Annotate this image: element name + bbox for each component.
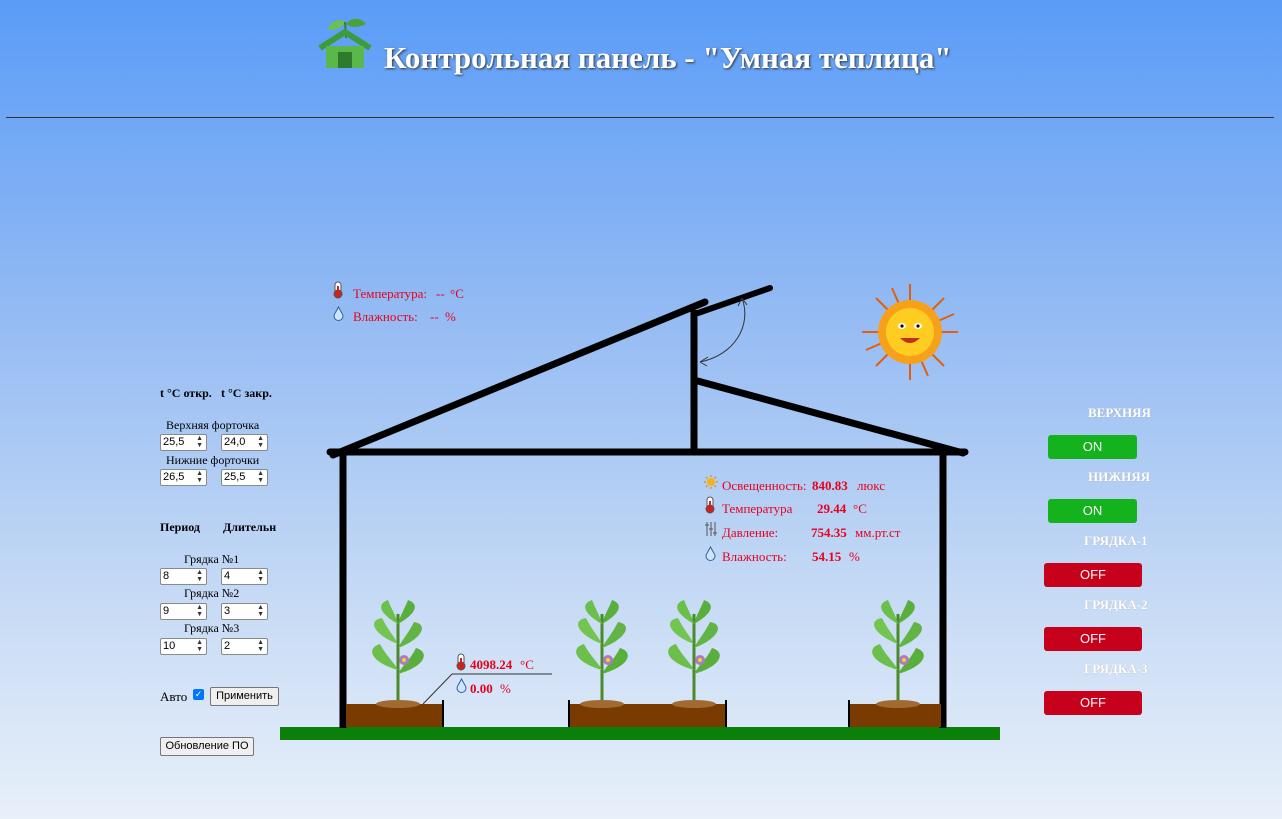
toggle-label-lower: НИЖНЯЯ (1088, 469, 1150, 484)
bed3-label: Грядка №3 (184, 621, 240, 635)
thermometer-icon (704, 496, 716, 519)
thermometer-icon (332, 281, 344, 304)
toggle-bed2-button[interactable]: OFF (1044, 627, 1142, 651)
bed1-label: Грядка №1 (184, 552, 240, 566)
upper-close-input[interactable]: 24,0 ▲ ▼ (221, 434, 268, 451)
col-open-header: t °C откр. (160, 386, 212, 400)
inside-hum-unit: % (849, 549, 860, 564)
apply-button[interactable]: Применить (210, 687, 279, 706)
plant-icon (370, 598, 426, 710)
inside-light-unit: люкс (857, 478, 885, 493)
droplet-icon (333, 305, 344, 326)
inside-press-unit: мм.рт.ст (855, 525, 901, 540)
inside-light-value: 840.83 (812, 478, 848, 493)
toggle-label-bed1: ГРЯДКА-1 (1084, 533, 1148, 548)
droplet-icon (705, 545, 716, 566)
plant-icon (870, 598, 926, 710)
toggle-upper-button[interactable]: ON (1048, 435, 1137, 459)
inside-press-label: Давление: (722, 525, 779, 540)
upper-window-label: Верхняя форточка (166, 418, 260, 432)
toggle-bed3-button[interactable]: OFF (1044, 691, 1142, 715)
lower-window-label: Нижние форточки (166, 453, 260, 467)
auto-label: Авто (160, 689, 188, 704)
toggle-label-bed3: ГРЯДКА-3 (1084, 661, 1148, 676)
inside-temp-unit: °C (853, 501, 867, 516)
toggle-label-upper: ВЕРХНЯЯ (1088, 405, 1151, 420)
outside-hum-label: Влажность: (353, 309, 418, 324)
toggle-lower-button[interactable]: ON (1048, 499, 1137, 523)
firmware-update-button[interactable]: Обновление ПО (160, 737, 254, 756)
lower-open-input[interactable]: 26,5 ▲ ▼ (160, 469, 207, 486)
bed2-period-input[interactable]: 9 ▲ ▼ (160, 603, 207, 620)
inside-temp-value: 29.44 (817, 501, 847, 516)
droplet-icon (456, 677, 467, 698)
plant-icon (666, 598, 722, 710)
auto-checkbox[interactable]: ✓ (193, 689, 204, 700)
thermometer-icon (455, 653, 467, 676)
inside-hum-value: 54.15 (812, 549, 842, 564)
plant-icon (574, 598, 630, 710)
inside-hum-label: Влажность: (722, 549, 787, 564)
barometer-icon (704, 521, 718, 542)
inside-light-label: Освещенность: (722, 478, 807, 493)
bed3-duration-input[interactable]: 2 ▲ ▼ (221, 638, 268, 655)
col-close-header: t °C закр. (221, 386, 272, 400)
light-icon (704, 475, 718, 494)
inside-temp-label: Температура (722, 501, 793, 516)
soil-hum-value: 0.00 (470, 681, 493, 696)
outside-temp-label: Температура: (353, 286, 427, 301)
bed3-period-input[interactable]: 10 ▲ ▼ (160, 638, 207, 655)
soil-temp-value: 4098.24 (470, 657, 513, 672)
sun-icon (860, 280, 960, 384)
soil-hum-unit: % (500, 681, 511, 696)
toggle-label-bed2: ГРЯДКА-2 (1084, 597, 1148, 612)
col-period-header: Период (160, 520, 200, 534)
soil-temp-unit: °C (520, 657, 534, 672)
upper-open-input[interactable]: 25,5 ▲ ▼ (160, 434, 207, 451)
bed1-duration-input[interactable]: 4 ▲ ▼ (221, 568, 268, 585)
outside-hum-value: -- (430, 309, 439, 324)
outside-temp-unit: °C (450, 286, 464, 301)
bed2-label: Грядка №2 (184, 586, 240, 600)
bed1-period-input[interactable]: 8 ▲ ▼ (160, 568, 207, 585)
lower-close-input[interactable]: 25,5 ▲ ▼ (221, 469, 268, 486)
bed2-duration-input[interactable]: 3 ▲ ▼ (221, 603, 268, 620)
outside-hum-unit: % (445, 309, 456, 324)
inside-press-value: 754.35 (811, 525, 847, 540)
outside-temp-value: -- (436, 286, 445, 301)
col-duration-header: Длительн (223, 520, 277, 534)
toggle-bed1-button[interactable]: OFF (1044, 563, 1142, 587)
